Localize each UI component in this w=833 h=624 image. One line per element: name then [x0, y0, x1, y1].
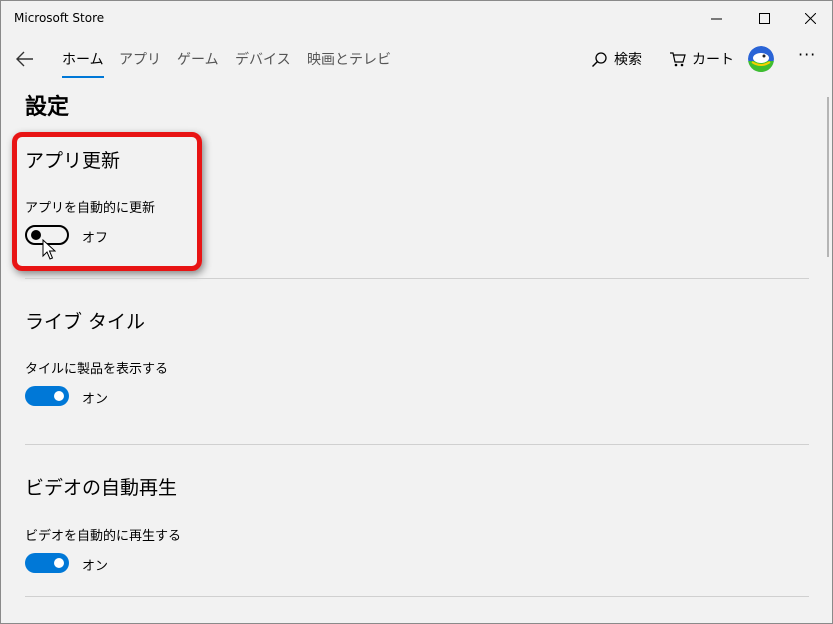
- scrollbar[interactable]: [827, 97, 829, 257]
- section-divider: [25, 278, 809, 279]
- page-title: 設定: [25, 95, 70, 120]
- toggle-knob: [54, 391, 64, 401]
- back-button[interactable]: [13, 47, 37, 71]
- video-autoplay-toggle[interactable]: [25, 553, 69, 573]
- nav-bar: ホーム アプリ ゲーム デバイス 映画とテレビ 検索 カート: [1, 35, 832, 83]
- toggle-knob: [54, 558, 64, 568]
- section-divider: [25, 596, 809, 597]
- maximize-button[interactable]: [741, 1, 787, 35]
- cart-button[interactable]: カート: [669, 49, 734, 69]
- video-autoplay-state: オン: [82, 559, 109, 574]
- red-highlight-box: [12, 132, 202, 271]
- avatar[interactable]: [748, 46, 774, 72]
- close-icon: [804, 12, 816, 24]
- cart-icon: [670, 51, 686, 66]
- minimize-button[interactable]: [693, 1, 739, 35]
- back-arrow-icon: [16, 51, 33, 67]
- tab-games[interactable]: ゲーム: [177, 49, 219, 69]
- minimize-icon: [710, 18, 722, 19]
- live-tile-state: オン: [82, 392, 109, 407]
- tab-home[interactable]: ホーム: [62, 49, 104, 78]
- more-options-button[interactable]: ···: [798, 45, 816, 64]
- store-window: Microsoft Store ホーム アプリ ゲーム デバイス 映画とテレビ …: [0, 0, 833, 624]
- cart-label: カート: [692, 52, 734, 68]
- live-tile-toggle[interactable]: [25, 386, 69, 406]
- maximize-icon: [758, 12, 770, 24]
- setting-label-video-autoplay: ビデオを自動的に再生する: [25, 529, 182, 544]
- title-bar: Microsoft Store: [1, 1, 832, 35]
- section-title-video-autoplay: ビデオの自動再生: [25, 477, 178, 499]
- search-icon: [592, 51, 607, 67]
- section-divider: [25, 444, 809, 445]
- tab-apps[interactable]: アプリ: [119, 49, 161, 69]
- search-label: 検索: [614, 52, 642, 68]
- close-button[interactable]: [787, 1, 832, 35]
- section-title-live-tiles: ライブ タイル: [25, 311, 146, 333]
- mouse-pointer-icon: [42, 239, 56, 260]
- tab-devices[interactable]: デバイス: [235, 49, 291, 69]
- tab-movies-tv[interactable]: 映画とテレビ: [307, 49, 391, 69]
- window-title: Microsoft Store: [14, 11, 105, 25]
- avatar-icon: [748, 46, 774, 72]
- search-button[interactable]: 検索: [591, 49, 642, 69]
- setting-label-tile-products: タイルに製品を表示する: [25, 362, 169, 377]
